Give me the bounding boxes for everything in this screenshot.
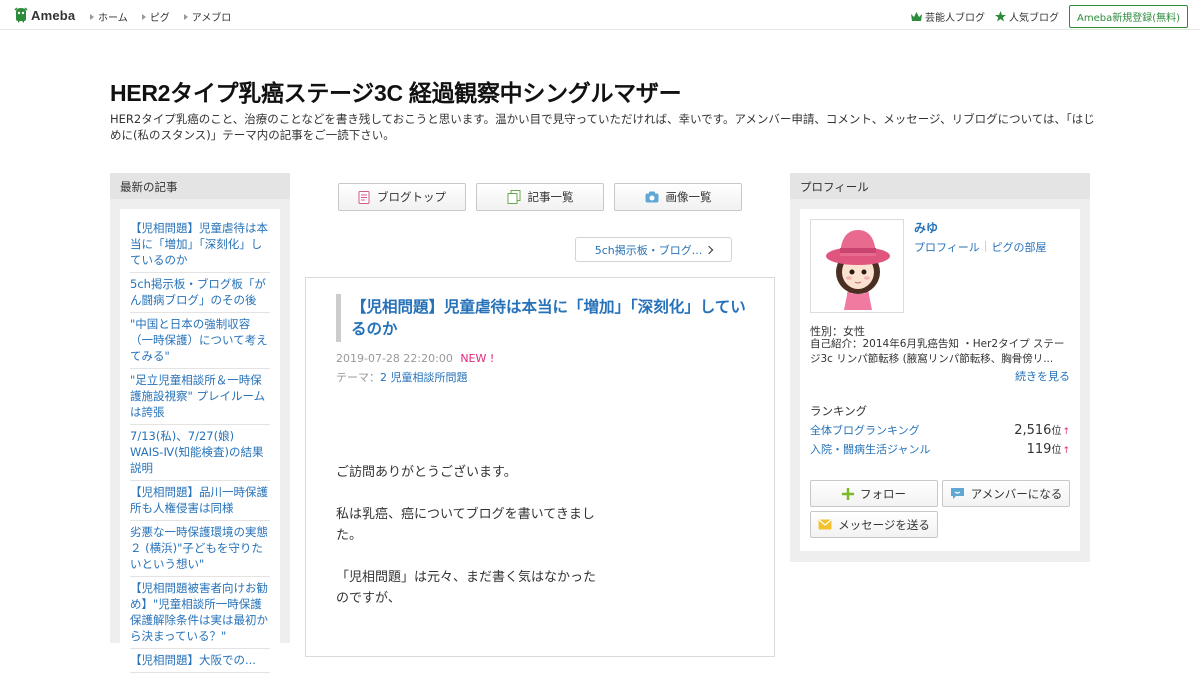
- follow-label: フォロー: [860, 486, 906, 501]
- article-title[interactable]: 【児相問題】児童虐待は本当に「増加」「深刻化」しているのか: [351, 296, 746, 340]
- pages-icon: [507, 190, 520, 204]
- theme-link[interactable]: 2 児童相談所問題: [380, 371, 468, 384]
- recent-article-link[interactable]: 5ch掲示板・ブログ板「がん闘病ブログ」のその後: [130, 273, 270, 313]
- recent-articles-heading: 最新の記事: [110, 173, 290, 199]
- recent-article-link[interactable]: 7/13(私)、7/27(娘) WAIS-Ⅳ(知能検査)の結果説明: [130, 425, 270, 481]
- global-header: Ameba ホーム ピグ アメブロ 芸能人ブログ 人気ブログ Ameba新規登録…: [0, 0, 1200, 30]
- article-list-button[interactable]: 記事一覧: [476, 183, 604, 211]
- nav-home[interactable]: ホーム: [90, 9, 128, 24]
- blog-top-label: ブログトップ: [377, 190, 446, 204]
- recent-article-link[interactable]: 【児相問題】品川一時保護所も人権侵害は同様: [130, 481, 270, 521]
- next-article-label: 5ch掲示板・ブログ...: [594, 243, 703, 257]
- article-list-label: 記事一覧: [527, 190, 574, 204]
- caret-right-icon: [183, 13, 188, 20]
- profile-box: みゆ プロフィール | ピグの部屋 性別：女性 自己紹介：2014年6月乳癌告知…: [800, 209, 1080, 551]
- pigg-room-link[interactable]: ピグの部屋: [992, 239, 1047, 255]
- trend-up-icon: ↑: [1062, 427, 1070, 437]
- ranking-name[interactable]: 全体ブログランキング: [810, 422, 920, 438]
- read-more-link[interactable]: 続きを見る: [1015, 368, 1070, 384]
- ameba-mascot-icon: [14, 7, 28, 23]
- article-paragraph: ご訪問ありがとうございます。: [336, 465, 517, 480]
- popular-blog-link[interactable]: 人気ブログ: [994, 9, 1059, 24]
- crown-icon: [910, 11, 922, 21]
- recent-article-link[interactable]: 【児相問題】児童虐待は本当に「増加」「深刻化」しているのか: [130, 217, 270, 273]
- profile-links: プロフィール | ピグの部屋: [914, 239, 1047, 255]
- recent-article-link[interactable]: 【児相問題被害者向けお勧め】"児童相談所一時保護保護解除条件は実は最初から決まっ…: [130, 577, 270, 649]
- blog-description: HER2タイプ乳癌のこと、治療のことなどを書き残しておこうと思います。温かい目で…: [110, 112, 1095, 142]
- new-badge: NEW !: [460, 352, 495, 365]
- article-datetime: 2019-07-28 22:20:00: [336, 352, 453, 365]
- recent-article-link[interactable]: 劣悪な一時保護環境の実態２ (横浜)"子どもを守りたいという想い": [130, 521, 270, 577]
- ranking-value: 119: [1026, 442, 1052, 457]
- profile-panel: プロフィール みゆ プロフィール | ピグの部屋 性別：女性 自己紹介：2014…: [790, 173, 1090, 562]
- recent-article-link[interactable]: "中国と日本の強制収容（一時保護）について考えてみる": [130, 313, 270, 369]
- recent-article-link[interactable]: 【児相問題】大阪での...: [130, 649, 270, 673]
- document-icon: [358, 190, 370, 204]
- article-theme: テーマ：2 児童相談所問題: [336, 369, 468, 385]
- header-right: 芸能人ブログ 人気ブログ Ameba新規登録(無料): [910, 5, 1188, 28]
- nav-ameblo[interactable]: アメブロ: [183, 9, 232, 24]
- camera-icon: [645, 191, 658, 203]
- article-meta: 2019-07-28 22:20:00 NEW !: [336, 352, 494, 365]
- caret-right-icon: [141, 13, 146, 20]
- article-body: ご訪問ありがとうございます。 私は乳癌、癌についてブログを書いてきました。 「児…: [336, 462, 596, 630]
- send-message-button[interactable]: メッセージを送る: [810, 511, 938, 538]
- ameba-logo[interactable]: Ameba: [14, 7, 75, 23]
- envelope-icon: [818, 519, 832, 530]
- nav-pigg-label: ピグ: [149, 13, 170, 24]
- celebrity-blog-link[interactable]: 芸能人ブログ: [910, 9, 985, 24]
- recent-articles-panel: 最新の記事 【児相問題】児童虐待は本当に「増加」「深刻化」しているのか 5ch掲…: [110, 173, 290, 673]
- article-title-block: 【児相問題】児童虐待は本当に「増加」「深刻化」しているのか: [336, 294, 746, 342]
- plus-icon: [842, 487, 854, 500]
- chevron-right-icon: [705, 245, 714, 254]
- article-paragraph: 私は乳癌、癌についてブログを書いてきました。: [336, 507, 595, 543]
- image-list-button[interactable]: 画像一覧: [614, 183, 742, 211]
- ranking-row: 全体ブログランキング 2,516位↑: [810, 422, 1070, 438]
- ranking-unit: 位: [1051, 426, 1062, 437]
- profile-intro: 自己紹介：2014年6月乳癌告知 ・Her2タイプ ステージ3c リンパ節転移 …: [810, 338, 1065, 365]
- profile-heading: プロフィール: [790, 173, 1090, 199]
- nav-pigg[interactable]: ピグ: [141, 9, 170, 24]
- next-article-button[interactable]: 5ch掲示板・ブログ...: [575, 237, 732, 262]
- popular-blog-label: 人気ブログ: [1008, 13, 1059, 24]
- blog-title[interactable]: HER2タイプ乳癌ステージ3C 経過観察中シングルマザー: [110, 74, 682, 108]
- ranking-unit: 位: [1051, 445, 1062, 456]
- profile-link[interactable]: プロフィール: [914, 239, 980, 255]
- send-message-label: メッセージを送る: [838, 517, 930, 532]
- link-separator: |: [983, 239, 988, 252]
- star-icon: [994, 11, 1006, 22]
- trend-up-icon: ↑: [1062, 446, 1070, 456]
- ranking-label: ランキング: [810, 404, 868, 418]
- avatar[interactable]: [810, 219, 904, 313]
- profile-name[interactable]: みゆ: [914, 219, 938, 236]
- speech-bubble-icon: [950, 488, 964, 499]
- image-list-label: 画像一覧: [665, 190, 712, 204]
- global-nav: ホーム ピグ アメブロ: [90, 9, 245, 24]
- ranking-name[interactable]: 入院・闘病生活ジャンル: [810, 441, 930, 457]
- recent-article-link[interactable]: "足立児童相談所＆一時保護施設視察" プレイルームは誇張: [130, 369, 270, 425]
- ranking-row: 入院・闘病生活ジャンル 119位↑: [810, 441, 1070, 457]
- register-button[interactable]: Ameba新規登録(無料): [1068, 5, 1188, 28]
- ranking-value: 2,516: [1014, 423, 1052, 438]
- avatar-illustration: [811, 220, 903, 312]
- blog-top-button[interactable]: ブログトップ: [338, 183, 466, 211]
- follow-button[interactable]: フォロー: [810, 480, 938, 507]
- nav-home-label: ホーム: [98, 13, 128, 24]
- article: 【児相問題】児童虐待は本当に「増加」「深刻化」しているのか 2019-07-28…: [305, 277, 775, 657]
- nav-ameblo-label: アメブロ: [191, 13, 232, 24]
- article-paragraph: 「児相問題」は元々、まだ書く気はなかったのですが、: [336, 570, 597, 606]
- theme-prefix: テーマ：: [336, 371, 380, 384]
- recent-articles-list: 【児相問題】児童虐待は本当に「増加」「深刻化」しているのか 5ch掲示板・ブログ…: [120, 209, 280, 673]
- caret-right-icon: [90, 13, 94, 20]
- amember-button[interactable]: アメンバーになる: [942, 480, 1070, 507]
- celebrity-blog-label: 芸能人ブログ: [924, 13, 985, 24]
- logo-text: Ameba: [31, 7, 76, 23]
- amember-label: アメンバーになる: [970, 486, 1063, 501]
